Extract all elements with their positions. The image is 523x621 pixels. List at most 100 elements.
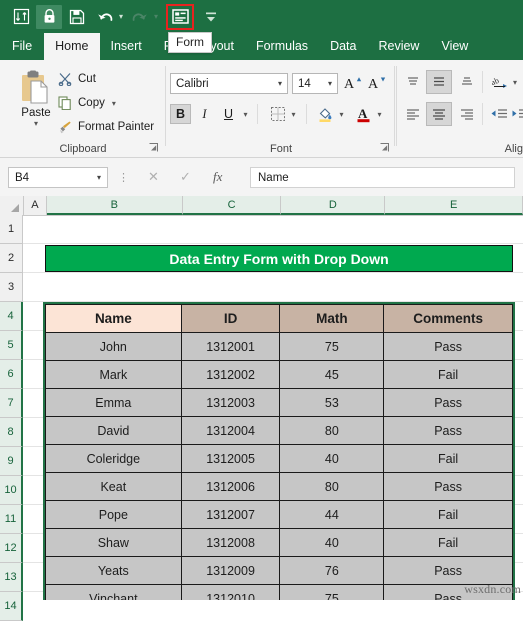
row-header-7[interactable]: 7: [0, 389, 23, 418]
cell-comments[interactable]: Fail: [383, 500, 513, 529]
tab-data[interactable]: Data: [319, 33, 367, 60]
italic-button[interactable]: I: [194, 104, 215, 124]
cell-id[interactable]: 1312009: [180, 556, 281, 585]
insert-function-button[interactable]: fx: [213, 169, 222, 185]
font-name-input[interactable]: Calibri ▾: [170, 73, 288, 94]
cell-name[interactable]: Emma: [45, 388, 182, 417]
column-header-d[interactable]: D: [281, 196, 386, 215]
undo-icon[interactable]: [92, 5, 118, 29]
cell-math[interactable]: 40: [279, 444, 385, 473]
cell-name[interactable]: Vinchant: [45, 584, 182, 600]
decrease-indent-button[interactable]: [488, 104, 510, 124]
clipboard-dialog-launcher[interactable]: [149, 143, 158, 154]
orientation-chevron-icon[interactable]: ▾: [509, 72, 521, 92]
cell-id[interactable]: 1312001: [180, 332, 281, 361]
increase-indent-button[interactable]: [509, 104, 523, 124]
cell-id[interactable]: 1312010: [180, 584, 281, 600]
cell-comments[interactable]: Pass: [383, 556, 513, 585]
cell-id[interactable]: 1312008: [180, 528, 281, 557]
align-left-button[interactable]: [402, 104, 424, 124]
increase-font-size-button[interactable]: A: [342, 73, 363, 93]
cell-comments[interactable]: Fail: [383, 528, 513, 557]
cell-id[interactable]: 1312005: [180, 444, 281, 473]
row-header-8[interactable]: 8: [0, 418, 23, 447]
sort-filter-icon[interactable]: [8, 5, 34, 29]
row-header-4[interactable]: 4: [0, 302, 23, 331]
cell-id[interactable]: 1312003: [180, 388, 281, 417]
row-header-3[interactable]: 3: [0, 273, 23, 302]
column-header-e[interactable]: E: [385, 196, 523, 215]
cell-name[interactable]: Pope: [45, 500, 182, 529]
font-name-chevron-icon[interactable]: ▾: [278, 79, 287, 88]
row-header-9[interactable]: 9: [0, 447, 23, 476]
row-header-11[interactable]: 11: [0, 505, 23, 534]
tab-file[interactable]: File: [0, 33, 44, 60]
customize-quick-access-icon[interactable]: [198, 5, 224, 29]
row-header-10[interactable]: 10: [0, 476, 23, 505]
cell-math[interactable]: 45: [279, 360, 385, 389]
header-cell-math[interactable]: Math: [279, 304, 385, 333]
align-middle-button[interactable]: [426, 70, 452, 94]
cell-math[interactable]: 75: [279, 584, 385, 600]
cell-id[interactable]: 1312006: [180, 472, 281, 501]
cell-name[interactable]: Keat: [45, 472, 182, 501]
decrease-font-size-button[interactable]: A: [366, 73, 387, 93]
cell-comments[interactable]: Fail: [383, 444, 513, 473]
tab-review[interactable]: Review: [367, 33, 430, 60]
copy-chevron-icon[interactable]: ▾: [112, 99, 116, 108]
sheet-area[interactable]: Data Entry Form with Drop Down Name ID M…: [23, 215, 523, 600]
fill-color-chevron-icon[interactable]: ▾: [335, 104, 348, 124]
cell-math[interactable]: 53: [279, 388, 385, 417]
row-header-13[interactable]: 13: [0, 563, 23, 592]
cell-math[interactable]: 76: [279, 556, 385, 585]
tab-insert[interactable]: Insert: [100, 33, 153, 60]
bold-button[interactable]: B: [170, 104, 191, 124]
formula-input[interactable]: Name: [250, 167, 515, 188]
column-header-a[interactable]: A: [23, 196, 47, 215]
borders-chevron-icon[interactable]: ▾: [287, 104, 300, 124]
cancel-entry-button[interactable]: ✕: [148, 169, 159, 185]
align-top-button[interactable]: [402, 72, 424, 92]
lock-icon[interactable]: [36, 4, 62, 29]
column-header-b[interactable]: B: [46, 196, 183, 215]
tab-view[interactable]: View: [430, 33, 479, 60]
name-box[interactable]: B4 ▾: [8, 167, 108, 188]
title-banner[interactable]: Data Entry Form with Drop Down: [45, 245, 513, 272]
cell-comments[interactable]: Pass: [383, 388, 513, 417]
row-header-12[interactable]: 12: [0, 534, 23, 563]
formula-bar-handle[interactable]: ⋮: [118, 171, 129, 184]
borders-button[interactable]: [267, 104, 288, 124]
cut-button[interactable]: Cut: [56, 72, 96, 86]
font-dialog-launcher[interactable]: [380, 143, 389, 154]
confirm-entry-button[interactable]: ✓: [180, 169, 191, 185]
tab-home[interactable]: Home: [44, 33, 100, 60]
fill-color-button[interactable]: [315, 104, 336, 124]
align-center-button[interactable]: [426, 102, 452, 126]
cell-math[interactable]: 80: [279, 416, 385, 445]
copy-button[interactable]: Copy ▾: [56, 96, 116, 110]
cell-name[interactable]: Mark: [45, 360, 182, 389]
underline-button[interactable]: U: [218, 104, 239, 124]
cell-comments[interactable]: Pass: [383, 332, 513, 361]
header-cell-id[interactable]: ID: [180, 304, 281, 333]
align-bottom-button[interactable]: [456, 72, 478, 92]
paste-button[interactable]: Paste ▾: [12, 70, 60, 128]
save-icon[interactable]: [64, 5, 90, 29]
header-cell-name[interactable]: Name: [45, 304, 182, 333]
align-right-button[interactable]: [456, 104, 478, 124]
font-size-chevron-icon[interactable]: ▾: [328, 79, 337, 88]
tab-formulas[interactable]: Formulas: [245, 33, 319, 60]
row-header-1[interactable]: 1: [0, 215, 23, 244]
form-icon[interactable]: [166, 3, 195, 30]
cell-math[interactable]: 80: [279, 472, 385, 501]
cell-comments[interactable]: Pass: [383, 472, 513, 501]
cell-comments[interactable]: Fail: [383, 360, 513, 389]
undo-dropdown-chevron-icon[interactable]: ▾: [119, 12, 123, 21]
cell-id[interactable]: 1312002: [180, 360, 281, 389]
cell-name[interactable]: Yeats: [45, 556, 182, 585]
cell-name[interactable]: John: [45, 332, 182, 361]
cell-id[interactable]: 1312004: [180, 416, 281, 445]
cell-id[interactable]: 1312007: [180, 500, 281, 529]
font-size-input[interactable]: 14 ▾: [292, 73, 338, 94]
column-header-c[interactable]: C: [182, 196, 282, 215]
